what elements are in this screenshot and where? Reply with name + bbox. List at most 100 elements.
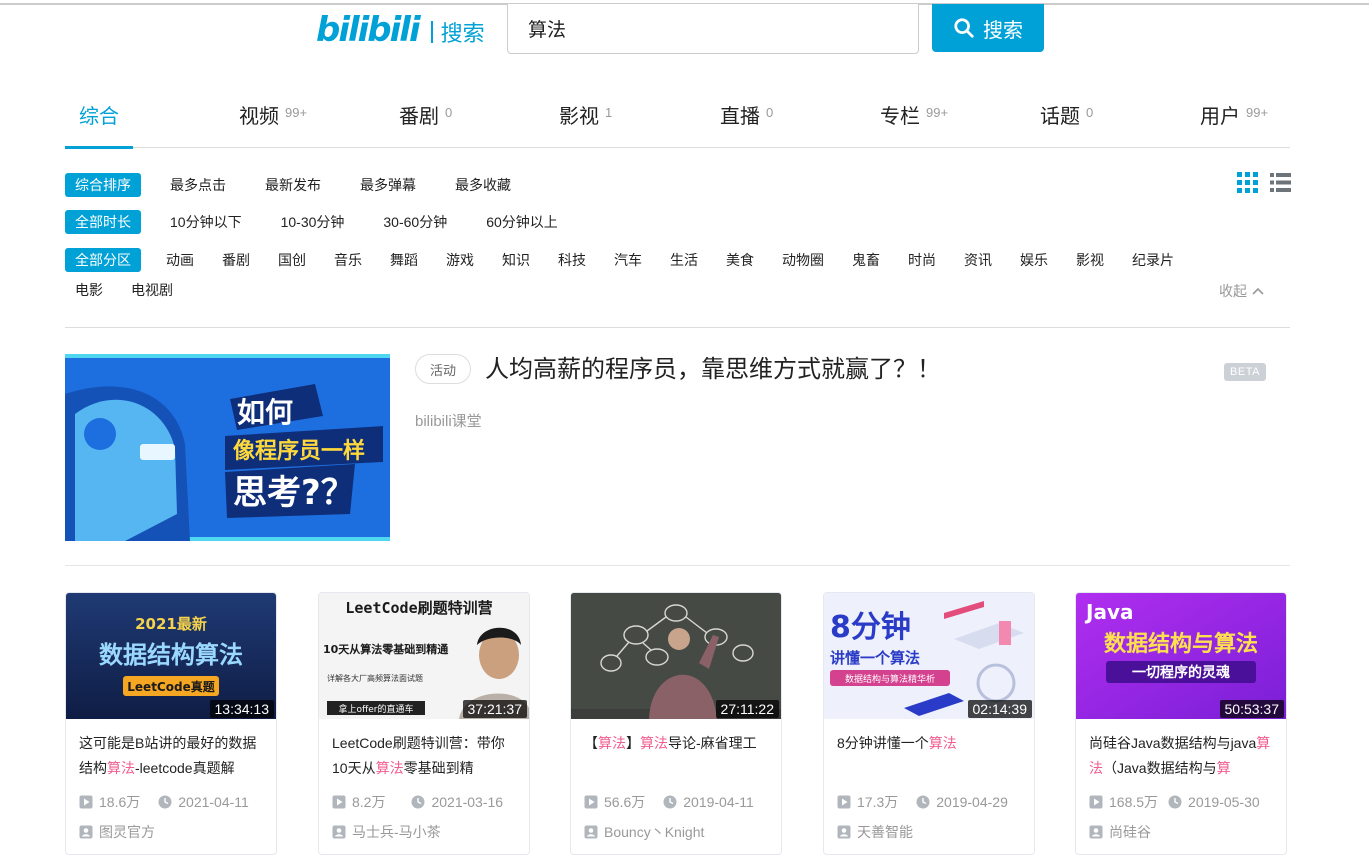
video-thumbnail[interactable]: LeetCode刷题特训营 10天从算法零基础到精通 详解各大厂高频算法面试题 … bbox=[319, 593, 529, 719]
video-title[interactable]: 这可能是B站讲的最好的数据结构算法-leetcode真题解 bbox=[79, 731, 265, 781]
tab-label: 用户 bbox=[1200, 106, 1240, 128]
video-title[interactable]: 尚硅谷Java数据结构与java算法（Java数据结构与算 bbox=[1089, 731, 1275, 781]
collapse-button[interactable]: 收起 bbox=[1219, 281, 1265, 301]
zone-filter-item[interactable]: 娱乐 bbox=[1020, 250, 1048, 270]
uploader[interactable]: Bouncy丶Knight bbox=[584, 822, 704, 842]
zone-filter-item[interactable]: 美食 bbox=[726, 250, 754, 270]
video-card[interactable]: 2021最新 数据结构算法 LeetCode真题 13:34:13 这可能是B站… bbox=[65, 592, 277, 855]
uploader[interactable]: 马士兵-马小茶 bbox=[332, 822, 441, 842]
clock-icon bbox=[916, 795, 930, 809]
order-filter-item[interactable]: 最多收藏 bbox=[455, 175, 511, 195]
search-input[interactable]: 算法 bbox=[507, 4, 919, 54]
tab-topic[interactable]: 话题 0 bbox=[1040, 90, 1093, 148]
order-filter-row: 综合排序 最多点击 最新发布 最多弹幕 最多收藏 bbox=[65, 173, 511, 197]
zone-filter-item[interactable]: 国创 bbox=[278, 250, 306, 270]
order-filter-item[interactable]: 最新发布 bbox=[265, 175, 321, 195]
tab-live[interactable]: 直播 0 bbox=[720, 90, 773, 148]
video-title[interactable]: LeetCode刷题特训营：带你10天从算法零基础到精 bbox=[332, 731, 518, 781]
video-thumbnail[interactable]: 27:11:22 bbox=[571, 593, 781, 719]
zone-filter-item[interactable]: 番剧 bbox=[222, 250, 250, 270]
tab-count: 99+ bbox=[1246, 105, 1269, 120]
zone-filter-item[interactable]: 动物圈 bbox=[782, 250, 824, 270]
video-card[interactable]: 27:11:22 【算法】算法导论-麻省理工 56.6万 2019-04-11 … bbox=[570, 592, 782, 855]
video-duration: 37:21:37 bbox=[462, 700, 527, 718]
activity-banner-art: 如何 像程序员一样 思考?？ bbox=[65, 354, 390, 541]
zone-filter-item[interactable]: 时尚 bbox=[908, 250, 936, 270]
activity-banner-image[interactable]: 如何 像程序员一样 思考?？ bbox=[65, 354, 390, 541]
video-meta: 56.6万 2019-04-11 bbox=[584, 792, 754, 812]
beta-badge: BETA bbox=[1224, 363, 1266, 381]
video-meta: 168.5万 2019-05-30 bbox=[1089, 792, 1260, 812]
logo-text: bilibili bbox=[316, 10, 421, 50]
chevron-up-icon bbox=[1252, 287, 1264, 295]
zone-filter-item[interactable]: 知识 bbox=[502, 250, 530, 270]
section-divider bbox=[65, 565, 1290, 566]
upload-date: 2019-05-30 bbox=[1188, 794, 1260, 810]
zone-filter-item[interactable]: 资讯 bbox=[964, 250, 992, 270]
video-thumbnail[interactable]: 2021最新 数据结构算法 LeetCode真题 13:34:13 bbox=[66, 593, 276, 719]
thumb-text: 2021最新 bbox=[135, 615, 207, 633]
zone-filter-item[interactable]: 影视 bbox=[1076, 250, 1104, 270]
zone-filter-item[interactable]: 汽车 bbox=[614, 250, 642, 270]
tab-article[interactable]: 专栏 99+ bbox=[880, 90, 948, 148]
order-filter-item[interactable]: 最多弹幕 bbox=[360, 175, 416, 195]
video-thumbnail[interactable]: Java 数据结构与算法 一切程序的灵魂 50:53:37 bbox=[1076, 593, 1286, 719]
zone-filter-item[interactable]: 纪录片 bbox=[1132, 250, 1174, 270]
video-card[interactable]: LeetCode刷题特训营 10天从算法零基础到精通 详解各大厂高频算法面试题 … bbox=[318, 592, 530, 855]
uploader[interactable]: 图灵官方 bbox=[79, 822, 155, 842]
search-button[interactable]: 搜索 bbox=[932, 4, 1044, 52]
tab-count: 1 bbox=[605, 105, 613, 120]
tab-count: 99+ bbox=[926, 105, 949, 120]
zone-filter-active[interactable]: 全部分区 bbox=[65, 248, 141, 272]
play-count: 18.6万 bbox=[99, 794, 141, 810]
activity-source[interactable]: bilibili课堂 bbox=[415, 410, 482, 431]
bilibili-search-logo[interactable]: bilibili 搜索 bbox=[316, 10, 485, 50]
uploader[interactable]: 天善智能 bbox=[837, 822, 913, 842]
duration-filter-item[interactable]: 10-30分钟 bbox=[281, 212, 345, 232]
uploader[interactable]: 尚硅谷 bbox=[1089, 822, 1151, 842]
grid-view-icon[interactable] bbox=[1237, 172, 1258, 193]
duration-filter-item[interactable]: 30-60分钟 bbox=[383, 212, 447, 232]
title-text: 8分钟讲懂一个 bbox=[837, 735, 929, 751]
order-filter-item[interactable]: 最多点击 bbox=[170, 175, 226, 195]
zone-filter-item[interactable]: 舞蹈 bbox=[390, 250, 418, 270]
zone-filter-item[interactable]: 电视剧 bbox=[131, 280, 173, 300]
clock-icon bbox=[1168, 795, 1182, 809]
upload-date: 2021-03-16 bbox=[431, 794, 504, 810]
video-card[interactable]: 8分钟 讲懂一个算法 数据结构与算法精华析 02:14:39 8分钟讲懂一个算法… bbox=[823, 592, 1035, 855]
tab-user[interactable]: 用户 99+ bbox=[1200, 90, 1268, 148]
tab-movie[interactable]: 影视 1 bbox=[559, 90, 612, 148]
video-title[interactable]: 【算法】算法导论-麻省理工 bbox=[584, 731, 770, 781]
view-mode-switch bbox=[1237, 172, 1291, 193]
zone-filter-item[interactable]: 音乐 bbox=[334, 250, 362, 270]
zone-filter-item[interactable]: 游戏 bbox=[446, 250, 474, 270]
banner-text-3: 思考?？ bbox=[233, 473, 355, 513]
duration-filter-active[interactable]: 全部时长 bbox=[65, 210, 141, 234]
tab-all[interactable]: 综合 bbox=[65, 90, 133, 149]
order-filter-active[interactable]: 综合排序 bbox=[65, 173, 141, 197]
list-view-icon[interactable] bbox=[1270, 172, 1291, 193]
tab-video[interactable]: 视频 99+ bbox=[239, 90, 307, 148]
banner-text-2: 像程序员一样 bbox=[233, 438, 365, 464]
zone-filter-item[interactable]: 生活 bbox=[670, 250, 698, 270]
zone-filter-item[interactable]: 鬼畜 bbox=[852, 250, 880, 270]
duration-filter-item[interactable]: 10分钟以下 bbox=[170, 212, 242, 232]
video-card[interactable]: Java 数据结构与算法 一切程序的灵魂 50:53:37 尚硅谷Java数据结… bbox=[1075, 592, 1287, 855]
video-title[interactable]: 8分钟讲懂一个算法 bbox=[837, 731, 1023, 781]
clock-icon bbox=[411, 795, 425, 809]
duration-filter-row: 全部时长 10分钟以下 10-30分钟 30-60分钟 60分钟以上 bbox=[65, 210, 558, 234]
tab-label: 专栏 bbox=[880, 106, 920, 128]
tab-label: 番剧 bbox=[399, 106, 439, 128]
duration-filter-item[interactable]: 60分钟以上 bbox=[486, 212, 558, 232]
tab-count: 0 bbox=[766, 105, 774, 120]
zone-filter-item[interactable]: 动画 bbox=[166, 250, 194, 270]
zone-filter-item[interactable]: 电影 bbox=[75, 280, 103, 300]
video-thumbnail[interactable]: 8分钟 讲懂一个算法 数据结构与算法精华析 02:14:39 bbox=[824, 593, 1034, 719]
upload-date: 2019-04-29 bbox=[936, 794, 1008, 810]
tab-bangumi[interactable]: 番剧 0 bbox=[399, 90, 452, 148]
play-count-icon bbox=[837, 795, 851, 809]
tab-count: 0 bbox=[445, 105, 453, 120]
activity-title[interactable]: 人均高薪的程序员，靠思维方式就赢了？！ bbox=[485, 354, 941, 386]
logo-separator bbox=[430, 21, 433, 43]
zone-filter-item[interactable]: 科技 bbox=[558, 250, 586, 270]
